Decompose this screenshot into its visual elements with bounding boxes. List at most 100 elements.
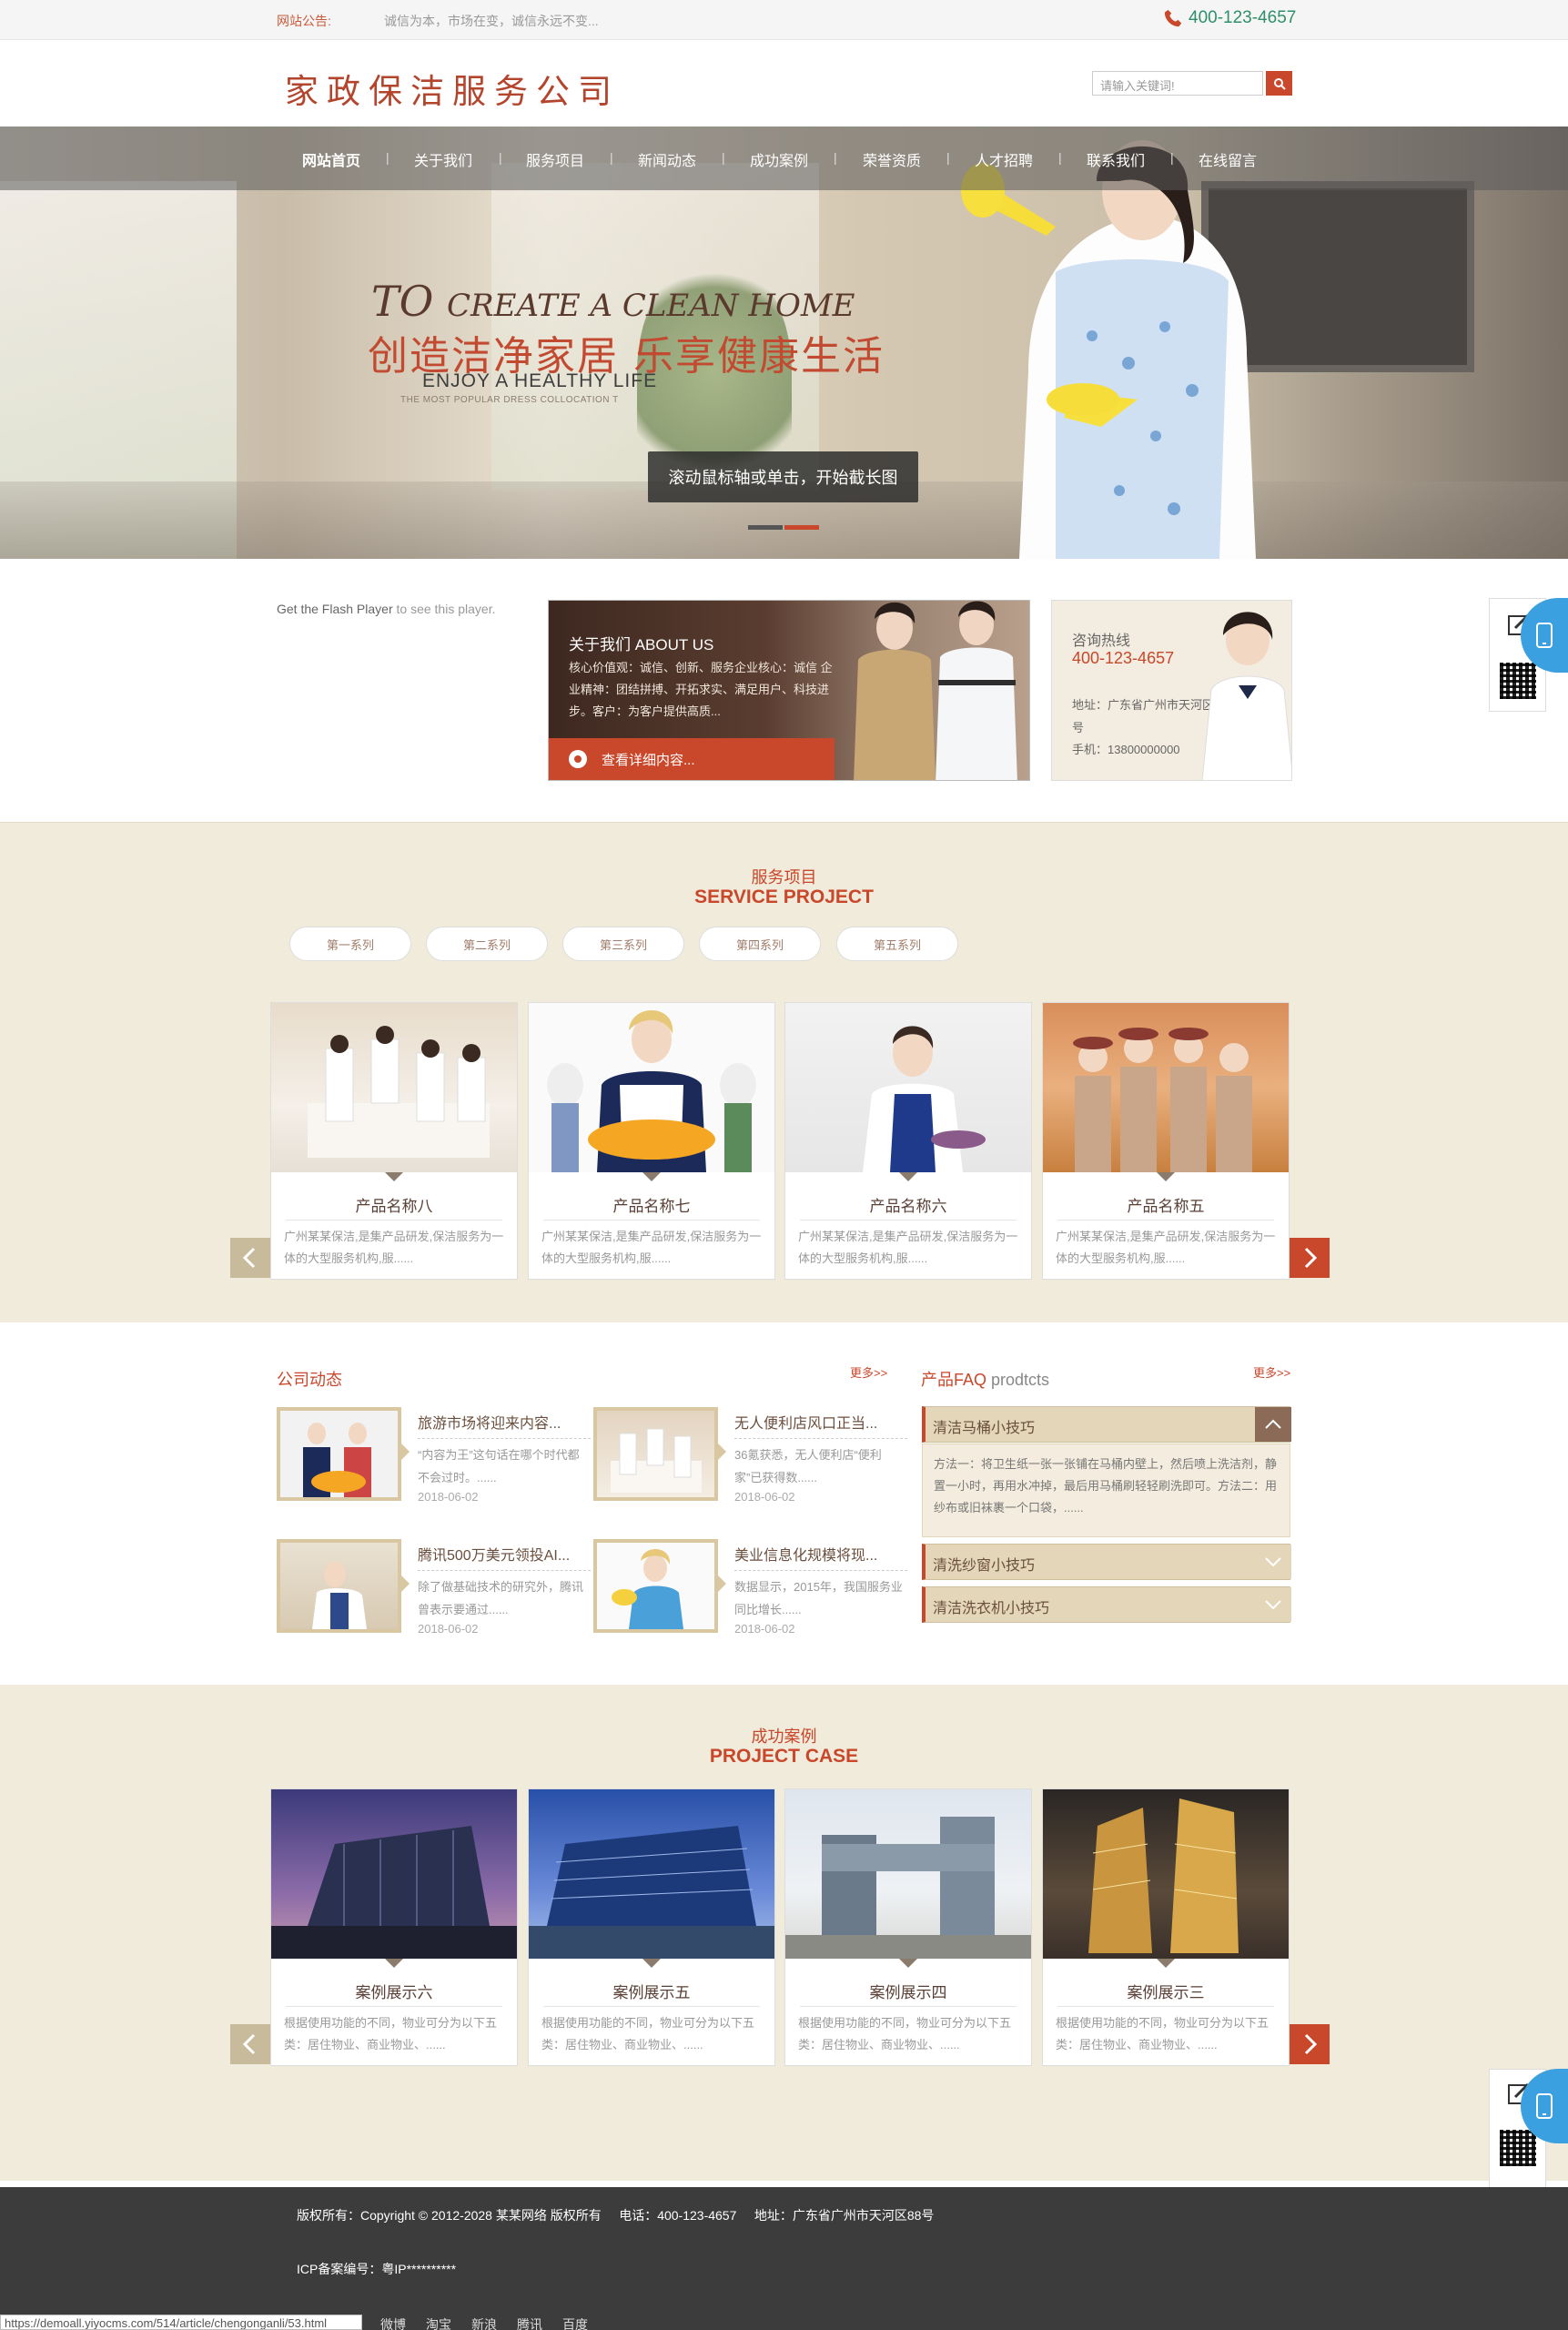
news-item[interactable]: 旅游市场将迎来内容... “内容为王”这句话在哪个时代都不会过时。...... … bbox=[277, 1407, 591, 1512]
case-card[interactable]: 案例展示四 根据使用功能的不同，物业可分为以下五类：居住物业、商业物业、....… bbox=[784, 1788, 1032, 2066]
case-desc: 根据使用功能的不同，物业可分为以下五类：居住物业、商业物业、...... bbox=[1056, 2016, 1270, 2051]
services-next-button[interactable] bbox=[1290, 1238, 1330, 1278]
footer-link[interactable]: 腾讯 bbox=[517, 2315, 542, 2330]
nav-jobs[interactable]: 人才招聘 bbox=[975, 148, 1033, 170]
mobile-icon bbox=[1536, 623, 1553, 648]
qr-code-icon[interactable] bbox=[1500, 663, 1536, 699]
service-card[interactable]: 产品名称七 广州某某保洁,是集产品研发,保洁服务为一体的大型服务机构,服....… bbox=[528, 1002, 775, 1280]
service-tab-3[interactable]: 第三系列 bbox=[562, 927, 684, 961]
thumb-pointer bbox=[718, 1575, 726, 1592]
banner-to: TO bbox=[371, 277, 434, 326]
news-item-title[interactable]: 腾讯500万美元领投AI... bbox=[418, 1543, 591, 1571]
status-bar-url: https://demoall.yiyocms.com/514/article/… bbox=[0, 2315, 362, 2330]
cases-next-button[interactable] bbox=[1290, 2024, 1330, 2064]
card-divider bbox=[1057, 2006, 1274, 2007]
footer-link[interactable]: 新浪 bbox=[471, 2315, 497, 2330]
hero-banner[interactable]: 网站首页 | 关于我们 | 服务项目 | 新闻动态 | 成功案例 | 荣誉资质 … bbox=[0, 127, 1568, 559]
thumb-pointer bbox=[401, 1444, 410, 1460]
faq-collapse-button[interactable] bbox=[1255, 1407, 1291, 1442]
service-image bbox=[785, 1003, 1031, 1172]
faq-answer: 方法一：将卫生纸一张一张铺在马桶内壁上，然后喷上洗洁剂，静置一小时，再用水冲掉，… bbox=[922, 1444, 1290, 1537]
service-image bbox=[529, 1003, 774, 1172]
top-bar: 网站公告: 诚信为本，市场在变，诚信永远不变... 400-123-4657 bbox=[0, 0, 1568, 40]
nav-news[interactable]: 新闻动态 bbox=[638, 148, 696, 170]
chevron-up-icon bbox=[1265, 1419, 1281, 1429]
footer-link[interactable]: 微博 bbox=[380, 2315, 406, 2330]
service-card[interactable]: 产品名称五 广州某某保洁,是集产品研发,保洁服务为一体的大型服务机构,服....… bbox=[1042, 1002, 1290, 1280]
service-desc: 广州某某保洁,是集产品研发,保洁服务为一体的大型服务机构,服...... bbox=[541, 1230, 762, 1265]
news-item-title[interactable]: 美业信息化规模将现... bbox=[734, 1543, 907, 1571]
services-title-en: SERVICE PROJECT bbox=[694, 886, 874, 907]
card-pointer bbox=[385, 1172, 403, 1181]
card-divider bbox=[800, 2006, 1017, 2007]
notice-text[interactable]: 诚信为本，市场在变，诚信永远不变... bbox=[384, 12, 599, 30]
site-logo[interactable]: 家政保洁服务公司 bbox=[285, 64, 620, 113]
nav-honors[interactable]: 荣誉资质 bbox=[863, 148, 921, 170]
card-pointer bbox=[385, 1959, 403, 1968]
case-card[interactable]: 案例展示五 根据使用功能的不同，物业可分为以下五类：居住物业、商业物业、....… bbox=[528, 1788, 775, 2066]
faq-question[interactable]: 清洗纱窗小技巧 bbox=[922, 1544, 1290, 1580]
news-item[interactable]: 美业信息化规模将现... 数据显示，2015年，我国服务业同比增长...... … bbox=[593, 1539, 907, 1644]
news-thumb bbox=[277, 1539, 401, 1633]
faq-expand-button[interactable] bbox=[1255, 1587, 1291, 1622]
service-card[interactable]: 产品名称八 广州某某保洁,是集产品研发,保洁服务为一体的大型服务机构,服....… bbox=[270, 1002, 518, 1280]
chevron-left-icon bbox=[242, 1247, 256, 1269]
case-image bbox=[785, 1789, 1031, 1959]
news-item-title[interactable]: 无人便利店风口正当... bbox=[734, 1411, 907, 1439]
service-tab-2[interactable]: 第二系列 bbox=[426, 927, 548, 961]
flash-link[interactable]: Get the Flash Player bbox=[277, 602, 393, 616]
faq-question[interactable]: 清洁洗衣机小技巧 bbox=[922, 1586, 1290, 1623]
service-tab-4[interactable]: 第四系列 bbox=[699, 927, 821, 961]
news-item[interactable]: 无人便利店风口正当... 36氪获悉，无人便利店“便利家”已获得数...... … bbox=[593, 1407, 907, 1512]
services-prev-button[interactable] bbox=[230, 1238, 270, 1278]
footer: 版权所有：Copyright © 2012-2028 某某网络 版权所有 电话：… bbox=[0, 2187, 1568, 2330]
news-thumb bbox=[277, 1407, 401, 1501]
nav-separator: | bbox=[722, 150, 725, 165]
nav-message[interactable]: 在线留言 bbox=[1199, 148, 1257, 170]
case-name: 案例展示三 bbox=[1127, 1984, 1205, 2001]
service-tab-5[interactable]: 第五系列 bbox=[836, 927, 958, 961]
case-desc: 根据使用功能的不同，物业可分为以下五类：居住物业、商业物业、...... bbox=[541, 2016, 755, 2051]
search-button[interactable] bbox=[1266, 71, 1292, 96]
service-tab-1[interactable]: 第一系列 bbox=[289, 927, 411, 961]
nav-contact[interactable]: 联系我们 bbox=[1087, 148, 1145, 170]
news-more-link[interactable]: 更多>> bbox=[850, 1363, 887, 1381]
service-image bbox=[1043, 1003, 1289, 1172]
news-item[interactable]: 腾讯500万美元领投AI... 除了做基础技术的研究外，腾讯曾表示要通过....… bbox=[277, 1539, 591, 1644]
nav-separator: | bbox=[946, 150, 950, 165]
case-card[interactable]: 案例展示六 根据使用功能的不同，物业可分为以下五类：居住物业、商业物业、....… bbox=[270, 1788, 518, 2066]
footer-link[interactable]: 淘宝 bbox=[426, 2315, 451, 2330]
banner-subline: ENJOY A HEALTHY LIFE bbox=[422, 370, 658, 391]
faq-more-link[interactable]: 更多>> bbox=[1253, 1363, 1290, 1381]
cases-prev-button[interactable] bbox=[230, 2024, 270, 2064]
nav-about[interactable]: 关于我们 bbox=[414, 148, 472, 170]
footer-link[interactable]: 百度 bbox=[562, 2315, 588, 2330]
case-image bbox=[1043, 1789, 1289, 1959]
case-card[interactable]: 案例展示三 根据使用功能的不同，物业可分为以下五类：居住物业、商业物业、....… bbox=[1042, 1788, 1290, 2066]
about-card[interactable]: 关于我们 ABOUT US 核心价值观：诚信、创新、服务企业核心：诚信 企业精神… bbox=[548, 600, 1030, 781]
faq-title-cn: 产品FAQ bbox=[921, 1371, 987, 1389]
service-card[interactable]: 产品名称六 广州某某保洁,是集产品研发,保洁服务为一体的大型服务机构,服....… bbox=[784, 1002, 1032, 1280]
about-more-label: 查看详细内容... bbox=[602, 752, 695, 768]
nav-home[interactable]: 网站首页 bbox=[302, 148, 360, 170]
search-input[interactable]: 请输入关键词! bbox=[1092, 71, 1263, 96]
about-title: 关于我们 ABOUT US bbox=[569, 636, 714, 653]
about-more-button[interactable]: 查看详细内容... bbox=[549, 738, 835, 780]
faq-expand-button[interactable] bbox=[1255, 1545, 1291, 1579]
slide-dot-1[interactable] bbox=[748, 525, 783, 530]
notice-label: 网站公告: bbox=[277, 14, 331, 28]
qr-code-icon[interactable] bbox=[1500, 2130, 1536, 2166]
slide-dot-2[interactable] bbox=[784, 525, 819, 530]
nav-separator: | bbox=[499, 150, 502, 165]
nav-cases[interactable]: 成功案例 bbox=[750, 148, 808, 170]
case-name: 案例展示四 bbox=[869, 1984, 947, 2001]
news-item-title[interactable]: 旅游市场将迎来内容... bbox=[418, 1411, 591, 1439]
nav-separator: | bbox=[834, 150, 837, 165]
faq-question[interactable]: 清洁马桶小技巧 bbox=[922, 1406, 1290, 1443]
nav-services[interactable]: 服务项目 bbox=[526, 148, 584, 170]
hotline-label: 咨询热线 bbox=[1072, 633, 1131, 649]
footer-icp[interactable]: ICP备案编号：粤IP********** bbox=[297, 2260, 456, 2278]
top-phone: 400-123-4657 bbox=[1163, 8, 1296, 28]
case-name: 案例展示六 bbox=[355, 1984, 433, 2001]
news-item-desc: 除了做基础技术的研究外，腾讯曾表示要通过...... bbox=[418, 1580, 584, 1616]
